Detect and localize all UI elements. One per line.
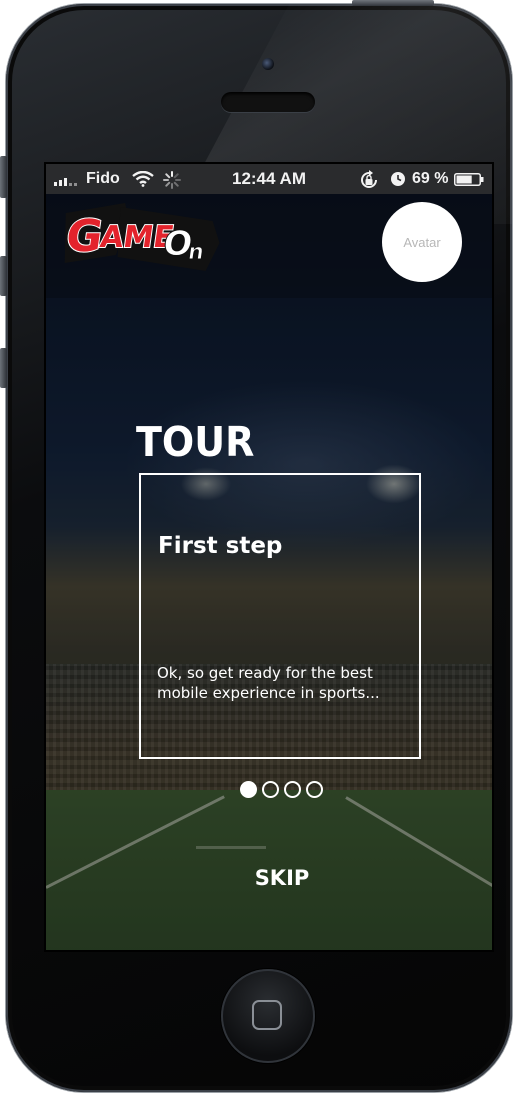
battery-percentage: 69 % bbox=[412, 170, 449, 187]
step-description: Ok, so get ready for the best mobile exp… bbox=[157, 664, 380, 702]
power-button bbox=[352, 0, 434, 6]
battery-icon bbox=[454, 173, 484, 186]
tour-title: TOUR bbox=[136, 418, 255, 466]
home-square-icon bbox=[252, 1000, 282, 1030]
app-header: G AME O n Avatar bbox=[46, 194, 492, 298]
phone-frame: Fido 12:44 AM 69 % G AME O n Avatar TOUR… bbox=[6, 4, 512, 1092]
step-title: First step bbox=[158, 533, 283, 559]
status-bar: Fido 12:44 AM 69 % bbox=[46, 164, 492, 194]
volume-up-button bbox=[0, 256, 7, 296]
page-dot-3[interactable] bbox=[284, 781, 301, 798]
earpiece-speaker bbox=[221, 92, 315, 112]
front-camera bbox=[262, 58, 274, 70]
page-dot-4[interactable] bbox=[306, 781, 323, 798]
page-dot-2[interactable] bbox=[262, 781, 279, 798]
page-indicator[interactable] bbox=[240, 781, 323, 798]
avatar-label: Avatar bbox=[403, 234, 441, 250]
alarm-icon bbox=[391, 172, 405, 186]
volume-down-button bbox=[0, 348, 7, 388]
mute-switch bbox=[0, 156, 7, 198]
skip-button[interactable]: SKIP bbox=[46, 866, 492, 890]
page-dot-1[interactable] bbox=[240, 781, 257, 798]
home-button[interactable] bbox=[221, 969, 315, 1063]
screen: Fido 12:44 AM 69 % G AME O n Avatar TOUR… bbox=[46, 164, 492, 950]
gameon-logo[interactable]: G AME O n bbox=[52, 197, 220, 277]
avatar-button[interactable]: Avatar bbox=[382, 202, 462, 282]
tour-step-card[interactable]: First step Ok, so get ready for the best… bbox=[139, 473, 421, 759]
rotation-lock-icon bbox=[361, 170, 377, 188]
